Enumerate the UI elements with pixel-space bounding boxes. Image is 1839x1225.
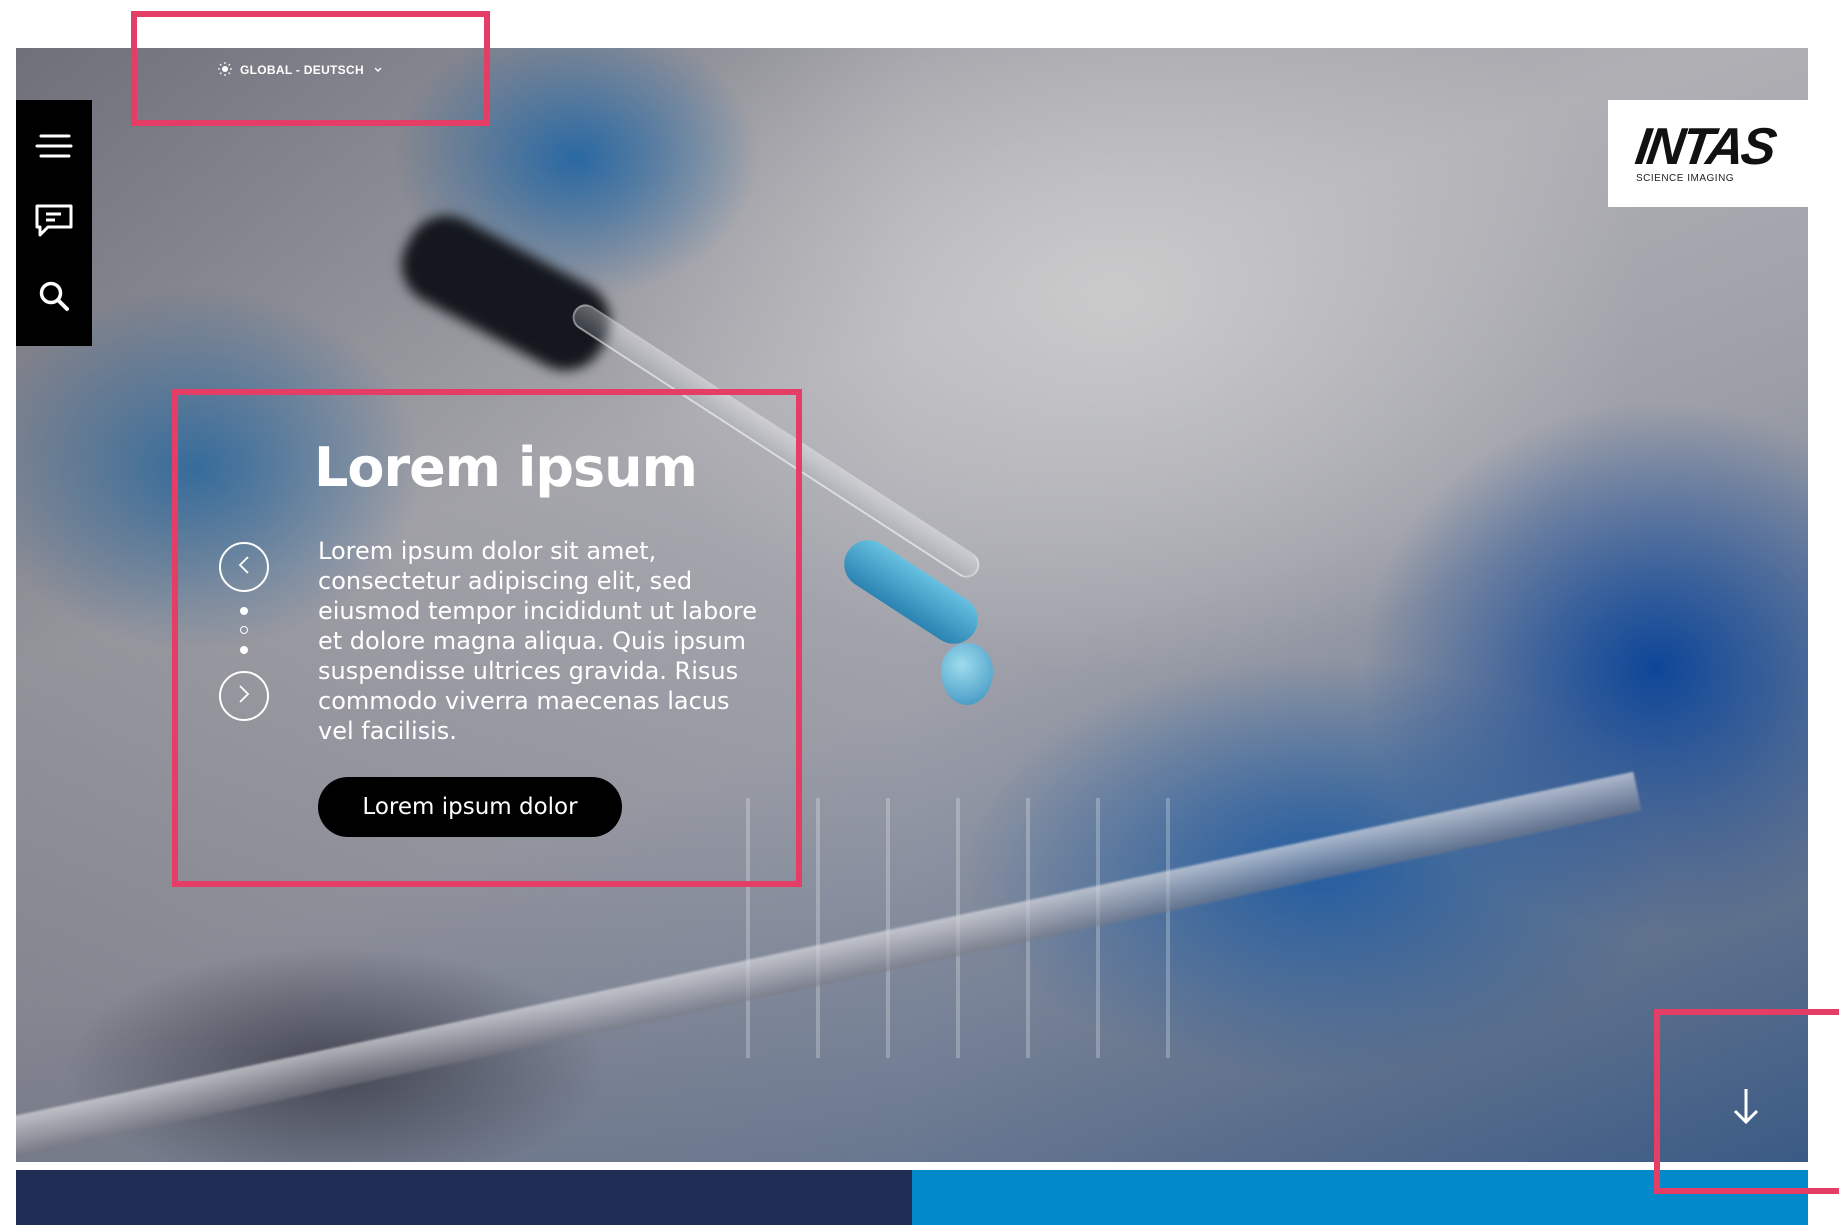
chat-button[interactable] <box>24 193 84 253</box>
bottom-bar-dark <box>16 1170 912 1225</box>
arrow-down-icon <box>1731 1086 1761 1130</box>
search-icon <box>38 280 70 316</box>
language-label: GLOBAL - DEUTSCH <box>240 63 364 77</box>
sun-icon <box>218 61 232 79</box>
pipette-body <box>387 201 625 385</box>
hamburger-menu-icon <box>35 133 73 163</box>
slide-description: Lorem ipsum dolor sit amet, consectetur … <box>318 537 758 745</box>
chevron-left-icon <box>238 555 250 579</box>
slider-prev-button[interactable] <box>219 542 269 592</box>
menu-button[interactable] <box>24 118 84 178</box>
hero-background-image <box>16 48 1808 1162</box>
cta-button[interactable]: Lorem ipsum dolor <box>318 777 622 837</box>
language-selector[interactable]: GLOBAL - DEUTSCH <box>218 60 382 80</box>
search-button[interactable] <box>24 268 84 328</box>
bottom-bar-light <box>912 1170 1808 1225</box>
slider-next-button[interactable] <box>219 671 269 721</box>
chat-bubble-icon <box>34 203 74 243</box>
chevron-down-icon <box>374 65 382 76</box>
slider-dot-2-active[interactable] <box>240 626 248 634</box>
slide-title: Lorem ipsum <box>314 436 698 499</box>
liquid-drop <box>941 643 993 705</box>
scroll-down-button[interactable] <box>1718 1080 1774 1136</box>
chevron-right-icon <box>238 684 250 708</box>
brand-logo[interactable]: INTAS SCIENCE IMAGING <box>1608 100 1808 207</box>
logo-wordmark: INTAS <box>1631 118 1778 176</box>
side-toolbar <box>16 100 92 346</box>
slider-dot-3[interactable] <box>240 646 248 654</box>
slider-dot-1[interactable] <box>240 607 248 615</box>
